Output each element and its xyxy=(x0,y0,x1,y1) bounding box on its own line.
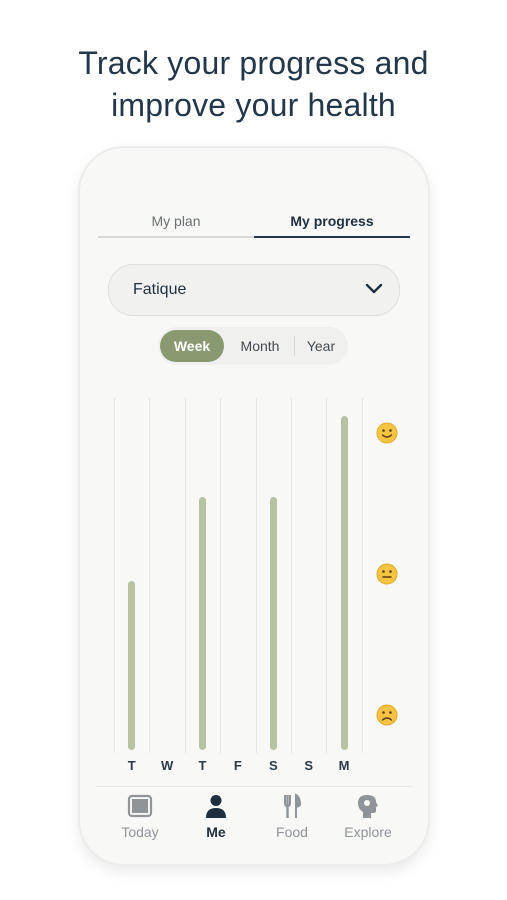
period-divider xyxy=(294,336,295,356)
tab-my-progress[interactable]: My progress xyxy=(254,208,410,238)
nav-me[interactable]: Me xyxy=(180,793,252,840)
slightly-smiling-face-icon xyxy=(376,422,398,444)
fork-knife-icon xyxy=(284,793,302,818)
chart-day-label: F xyxy=(233,758,242,773)
nav-today-label: Today xyxy=(121,824,159,840)
symptom-dropdown[interactable]: Fatique xyxy=(108,264,400,316)
today-image-icon xyxy=(127,794,153,818)
frowning-face-icon xyxy=(376,704,398,726)
chart-gridline xyxy=(255,398,257,753)
bottom-nav-divider xyxy=(96,786,412,787)
chart-bar xyxy=(269,496,277,750)
nav-explore-label: Explore xyxy=(344,824,392,840)
nav-today[interactable]: Today xyxy=(104,793,176,840)
tab-bar: My plan My progress xyxy=(98,208,410,238)
chart-day-label: T xyxy=(198,758,207,773)
dropdown-selected-value: Fatique xyxy=(133,281,187,298)
nav-food[interactable]: Food xyxy=(256,793,328,840)
nav-explore[interactable]: Explore xyxy=(332,793,404,840)
period-week[interactable]: Week xyxy=(160,330,224,362)
progress-chart: TWTFSSM xyxy=(114,398,410,788)
period-year[interactable]: Year xyxy=(296,330,346,362)
chevron-down-icon xyxy=(365,283,383,294)
chart-gridline xyxy=(114,398,115,753)
chart-gridline xyxy=(361,398,363,753)
period-selector: Week Month Year xyxy=(158,327,348,365)
nav-me-label: Me xyxy=(206,824,226,840)
chart-day-label: M xyxy=(338,758,350,773)
chart-gridline xyxy=(184,398,186,753)
nav-food-label: Food xyxy=(276,824,308,840)
chart-bar xyxy=(128,581,136,750)
neutral-face-icon xyxy=(376,563,398,585)
chart-gridline xyxy=(326,398,328,753)
chart-gridline xyxy=(220,398,222,753)
chart-day-label: T xyxy=(127,758,136,773)
chart-day-label: S xyxy=(304,758,314,773)
headline-line-1: Track your progress and xyxy=(78,45,429,81)
chart-bar xyxy=(340,415,348,750)
chart-day-label: S xyxy=(268,758,278,773)
phone-frame: My plan My progress Fatique Week Month Y… xyxy=(80,148,428,864)
period-month[interactable]: Month xyxy=(226,330,294,362)
headline: Track your progress and improve your hea… xyxy=(0,42,507,126)
head-profile-icon xyxy=(358,795,378,818)
chart-bar xyxy=(199,496,206,750)
chart-gridline xyxy=(149,398,151,753)
person-icon xyxy=(206,795,226,818)
tab-my-plan[interactable]: My plan xyxy=(98,208,254,238)
chart-gridline xyxy=(291,398,292,753)
chart-day-label: W xyxy=(160,758,174,773)
headline-line-2: improve your health xyxy=(111,87,396,123)
